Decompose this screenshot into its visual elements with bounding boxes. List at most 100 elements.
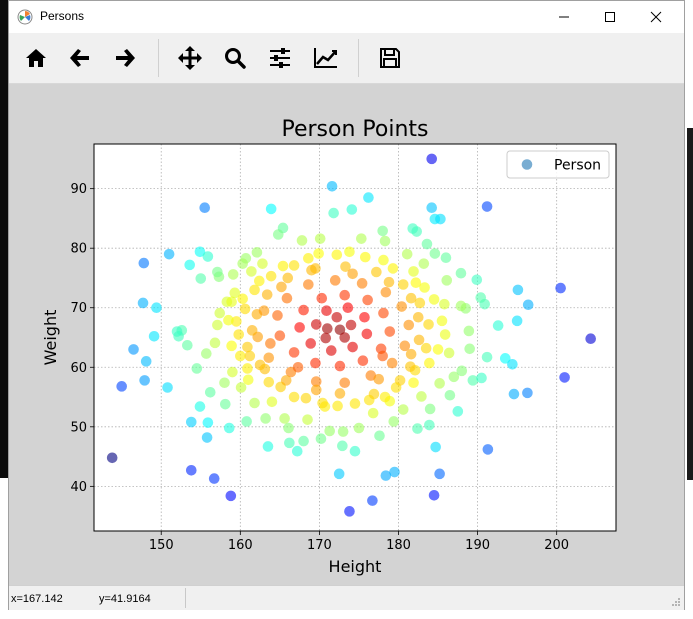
data-point [282,272,294,284]
minimize-button[interactable] [541,1,587,33]
data-point [185,464,197,476]
data-point [344,506,355,517]
data-point [432,344,444,355]
maximize-button[interactable] [587,1,633,33]
data-point [339,289,351,301]
data-point [291,445,303,457]
data-point [223,422,235,434]
y-tick-label: 60 [70,361,87,376]
data-point [347,268,358,280]
data-point [241,416,252,427]
data-point [383,276,395,288]
home-button[interactable] [20,42,52,74]
data-point [294,322,305,333]
save-button[interactable] [374,42,406,74]
data-point [559,372,570,383]
data-point [405,361,416,372]
data-point [512,284,524,296]
data-point [258,305,270,317]
title-bar[interactable]: Persons [9,1,684,33]
data-point [244,350,256,362]
data-point [332,400,343,412]
forward-button[interactable] [109,42,141,74]
cursor-y-readout: y=41.9164 [99,593,151,605]
data-point [356,278,368,289]
data-point [426,153,438,165]
data-point [408,377,419,389]
data-point [428,489,440,501]
data-point [310,357,321,369]
data-point [339,377,351,389]
data-point [482,444,494,455]
close-button[interactable] [633,1,679,33]
data-point [380,286,392,298]
data-point [162,382,173,393]
data-point [310,384,322,396]
data-point [397,404,409,415]
data-point [314,233,326,244]
close-icon [650,11,662,23]
data-point [202,251,214,262]
data-point [328,207,339,219]
data-point [424,403,436,415]
data-point [226,340,237,352]
data-point [272,310,283,321]
figure-canvas[interactable]: 150 160 170 180 190 200 40 50 60 70 80 90 Person Poi… [9,84,684,584]
data-point [254,359,266,371]
data-point [227,269,239,280]
data-point [263,352,275,364]
edit-axes-button[interactable] [310,42,342,74]
data-point [281,292,293,304]
data-point [265,338,276,349]
data-point [353,422,365,434]
data-point [367,407,379,419]
data-point [373,373,385,385]
data-point [368,388,380,400]
resize-grip-icon[interactable] [671,597,681,607]
data-point [254,275,265,287]
data-point [378,254,389,266]
data-point [412,311,424,323]
data-point [429,248,441,259]
scatter-plot[interactable]: 150 160 170 180 190 200 40 50 60 70 80 90 Person Poi… [9,84,684,584]
matplotlib-app-icon [17,9,33,25]
data-point [434,378,445,389]
back-button[interactable] [64,42,96,74]
data-point [476,372,487,384]
data-point [242,363,253,374]
data-point [326,180,338,192]
data-point [407,223,419,234]
data-point [347,341,358,353]
data-point [284,437,295,449]
subplots-button[interactable] [264,42,296,74]
data-point [361,328,373,340]
data-point [439,329,451,340]
toolbar-separator [358,39,359,77]
search-icon [225,48,246,69]
data-point [310,319,322,330]
y-tick-label: 40 [70,480,87,495]
data-point [292,361,304,373]
data-point [296,235,308,246]
data-point [434,468,445,480]
data-point [342,302,354,314]
data-point [316,292,328,304]
data-point [329,275,341,286]
x-axis-label: Height [329,557,382,576]
data-point [298,304,309,316]
data-point [229,287,241,299]
save-icon [380,48,400,68]
data-point [452,406,464,417]
data-point [379,235,391,247]
zoom-button[interactable] [219,42,251,74]
data-point [139,375,150,386]
data-point [204,386,216,398]
data-point [276,281,287,293]
data-point [261,289,273,300]
data-point [359,311,370,323]
data-point [522,299,534,311]
pan-button[interactable] [174,42,206,74]
data-point [428,294,440,305]
data-point [349,398,361,409]
data-point [305,338,317,349]
